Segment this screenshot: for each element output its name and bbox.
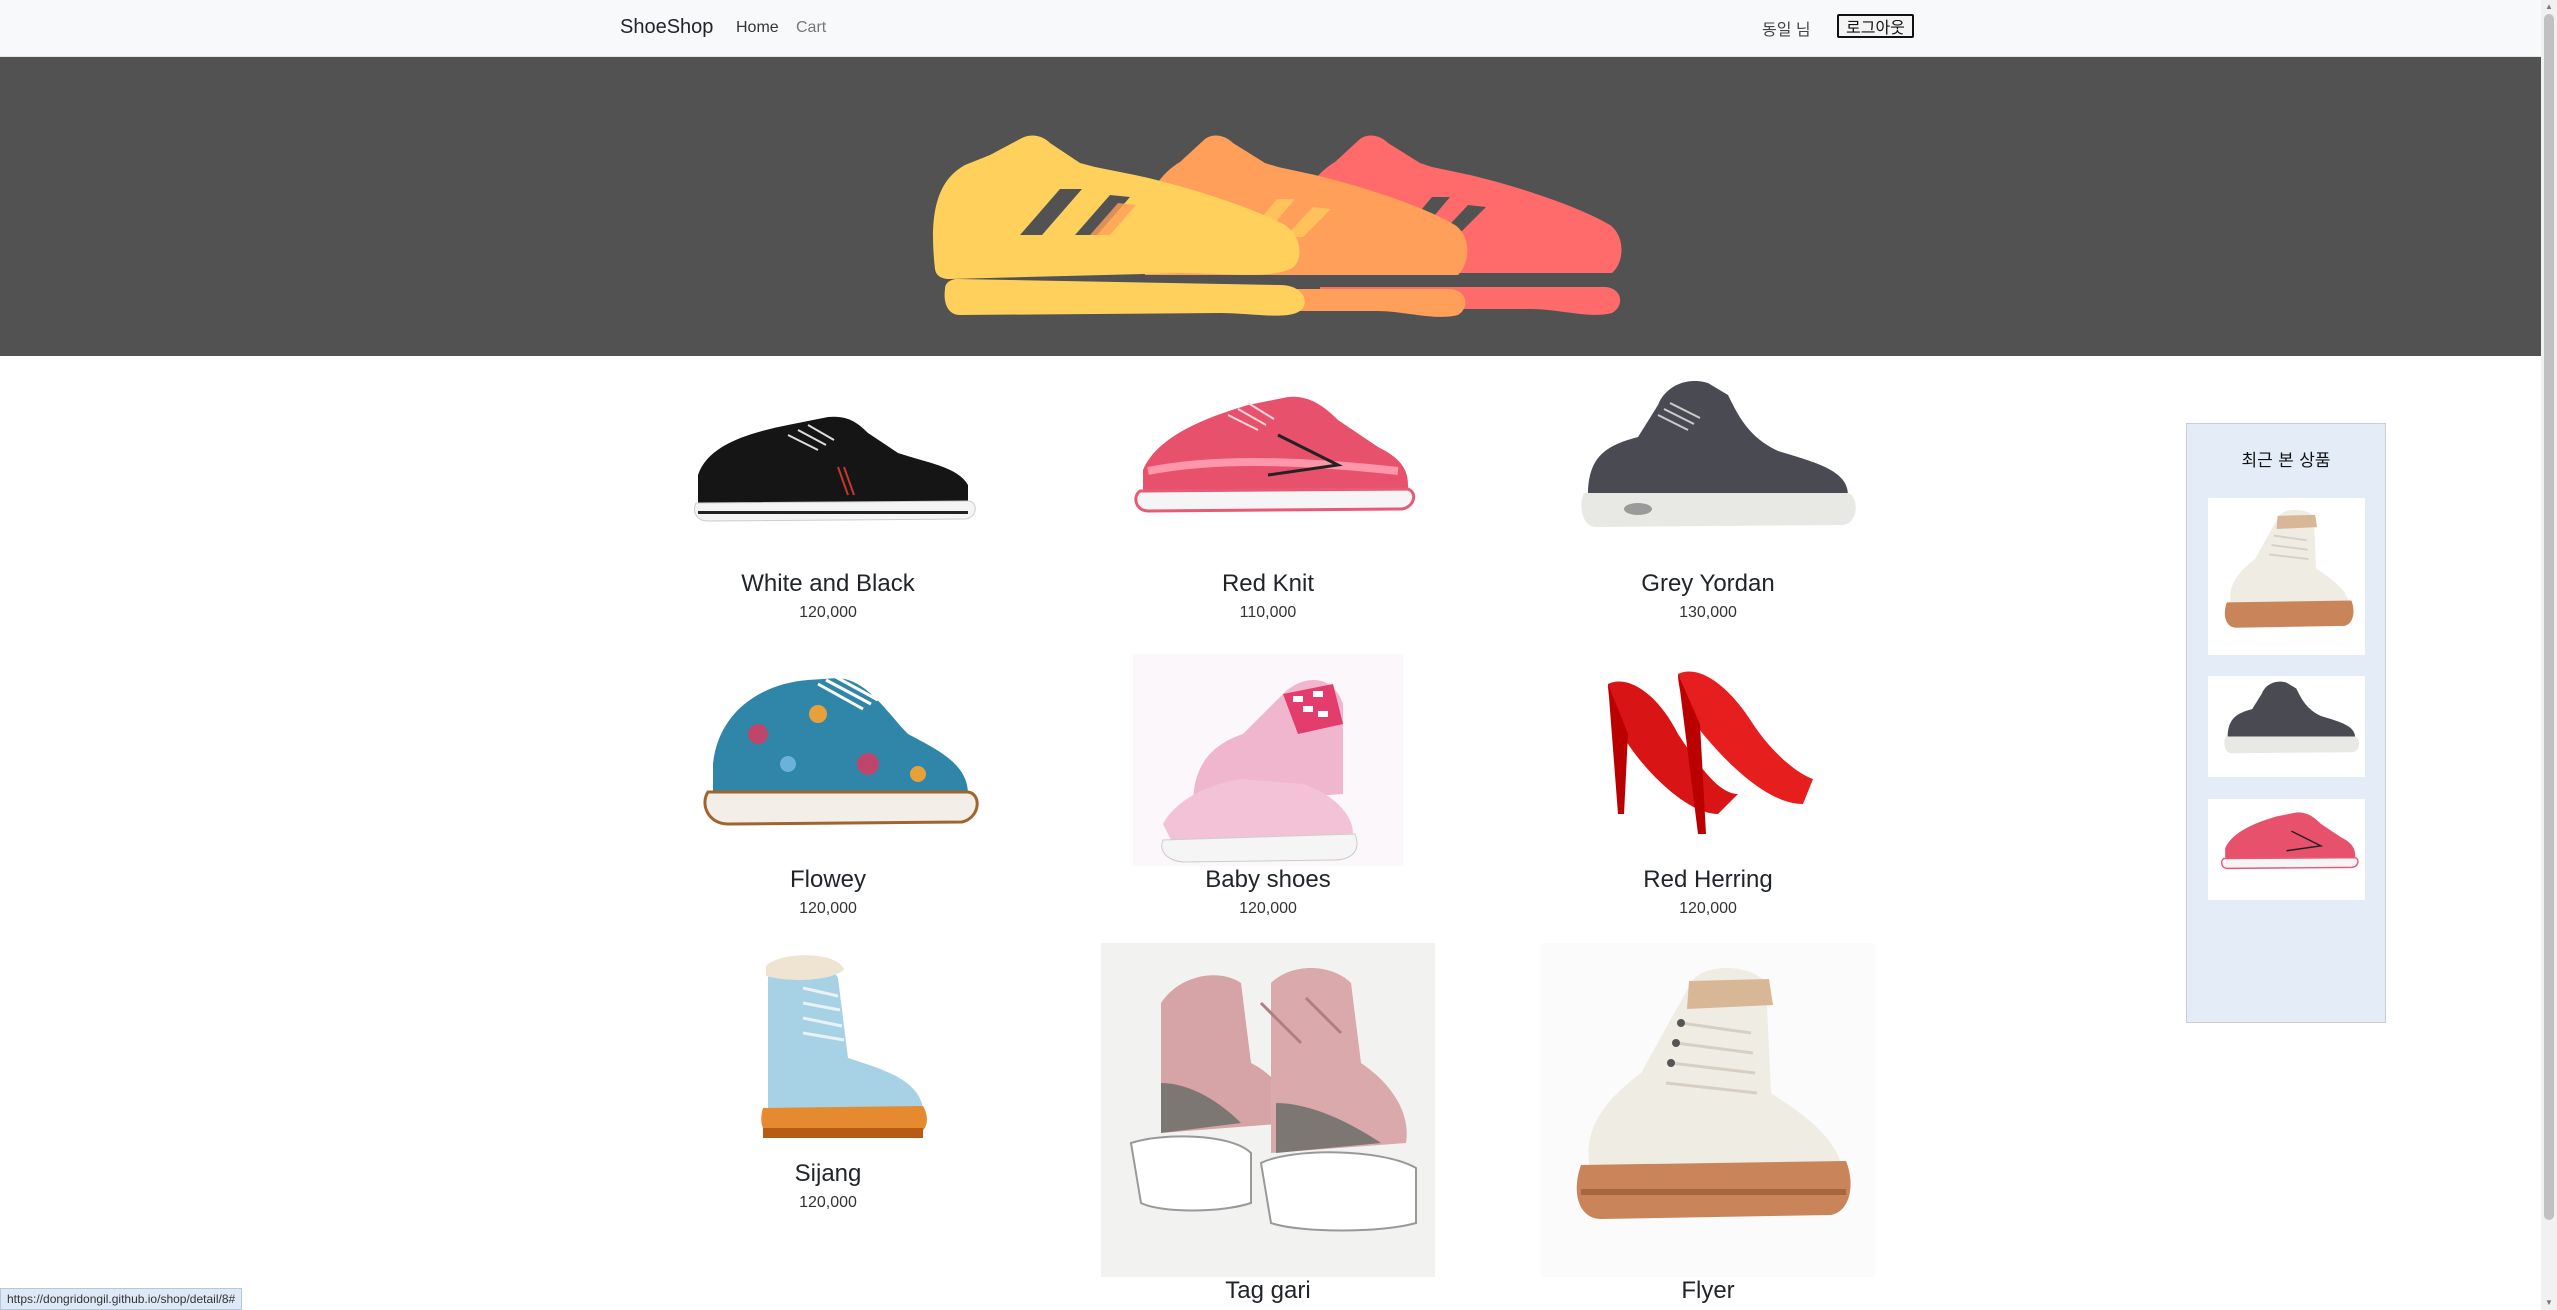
boot-blue-image	[761, 955, 927, 1138]
hero-banner	[0, 57, 2541, 356]
product-card-2[interactable]: Red Knit 110,000	[1098, 375, 1438, 622]
product-name: Baby shoes	[1205, 866, 1331, 893]
product-card-4[interactable]: Flowey 120,000	[658, 654, 998, 918]
user-greeting: 동일 님	[1762, 22, 1811, 39]
sneaker-pink-chunky-image	[1129, 968, 1417, 1232]
product-name: Flowey	[789, 866, 867, 893]
scroll-thumb[interactable]	[2544, 14, 2554, 1220]
recent-sneaker-grey-image	[2224, 681, 2359, 754]
recent-sneaker-red-knit-image	[2220, 812, 2359, 870]
nav-home-link[interactable]: Home	[736, 19, 779, 37]
recent-viewed-panel: 최근 본 상품	[2186, 423, 2386, 1023]
product-image[interactable]	[1538, 375, 1878, 570]
product-card-8[interactable]: Tag gari	[1098, 943, 1438, 1305]
product-image[interactable]	[1538, 654, 1878, 866]
shoe-floral-image	[703, 674, 979, 826]
hero-shoes-illustration	[933, 135, 1622, 317]
scroll-up-arrow-icon[interactable]: ▲	[2544, 2, 2554, 12]
product-name: Grey Yordan	[1641, 570, 1775, 597]
sneaker-red-knit-image	[1134, 396, 1416, 513]
link-status-url: https://dongridongil.github.io/shop/deta…	[0, 1288, 243, 1310]
product-name: Red Knit	[1221, 570, 1315, 597]
product-price: 120,000	[799, 900, 857, 917]
product-image[interactable]	[658, 948, 998, 1160]
product-image[interactable]	[1098, 654, 1438, 866]
product-price: 130,000	[1679, 604, 1737, 621]
recent-viewed-title: 최근 본 상품	[2241, 451, 2331, 471]
product-card-5[interactable]: Baby shoes 120,000	[1098, 654, 1438, 918]
page-scrollbar[interactable]: ▲ ▼	[2541, 0, 2557, 1310]
product-card-7[interactable]: Sijang 120,000	[658, 948, 998, 1212]
sneaker-black-image	[694, 416, 976, 522]
product-price: 120,000	[1679, 900, 1737, 917]
nav-cart-link[interactable]: Cart	[796, 19, 826, 37]
product-price: 110,000	[1239, 604, 1297, 621]
recent-item-3[interactable]	[2208, 799, 2365, 900]
product-price: 120,000	[1239, 900, 1297, 917]
product-image[interactable]	[1098, 375, 1438, 570]
product-name: Flyer	[1681, 1277, 1735, 1304]
boot-white-platform-image	[1576, 968, 1851, 1219]
product-image[interactable]	[1101, 943, 1435, 1277]
product-card-3[interactable]: Grey Yordan 130,000	[1538, 375, 1878, 622]
sneaker-grey-image	[1581, 381, 1856, 527]
recent-item-1[interactable]	[2208, 498, 2365, 655]
logout-button[interactable]: 로그아웃	[1837, 14, 1914, 38]
product-card-1[interactable]: White and Black 120,000	[658, 375, 998, 622]
product-image[interactable]	[658, 375, 998, 570]
recent-item-2[interactable]	[2208, 676, 2365, 777]
brand-logo[interactable]: ShoeShop	[620, 16, 713, 39]
top-navbar: ShoeShop Home Cart 동일 님 로그아웃	[0, 0, 2541, 57]
product-price: 120,000	[799, 604, 857, 621]
product-name: White and Black	[741, 570, 915, 597]
product-card-9[interactable]: Flyer	[1538, 943, 1878, 1305]
recent-boot-white-image	[2224, 509, 2354, 628]
product-price: 120,000	[799, 1194, 857, 1211]
product-name: Sijang	[794, 1160, 862, 1187]
product-card-6[interactable]: Red Herring 120,000	[1538, 654, 1878, 918]
product-image[interactable]	[658, 654, 998, 866]
product-name: Tag gari	[1225, 1277, 1311, 1304]
heels-red-image	[1608, 671, 1813, 834]
product-image[interactable]	[1541, 943, 1875, 1277]
scroll-down-arrow-icon[interactable]: ▼	[2544, 1298, 2554, 1308]
product-name: Red Herring	[1643, 866, 1773, 893]
slip-on-pink-image	[1133, 654, 1403, 866]
